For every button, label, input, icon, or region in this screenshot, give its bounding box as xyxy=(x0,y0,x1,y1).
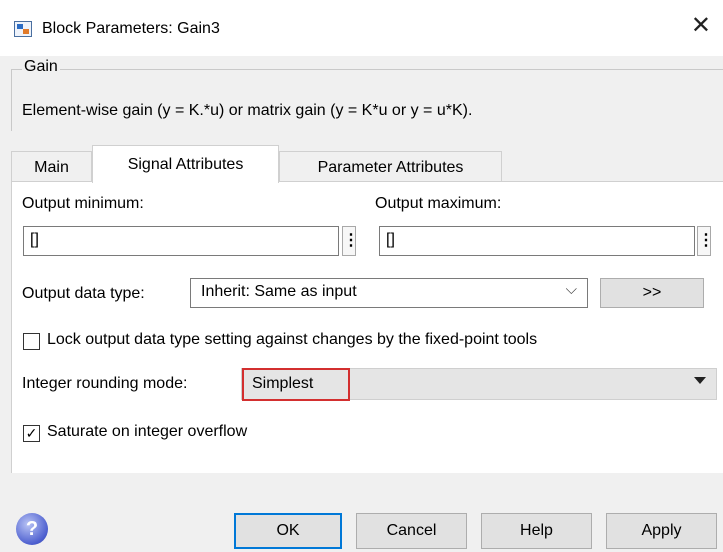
lock-data-type-checkbox[interactable] xyxy=(23,333,40,350)
cancel-button[interactable]: Cancel xyxy=(356,513,467,549)
title-bar: Block Parameters: Gain3 ✕ xyxy=(0,0,723,56)
output-minimum-menu-icon[interactable]: ⋮ xyxy=(342,226,359,256)
output-maximum-menu-icon[interactable]: ⋮ xyxy=(697,226,714,256)
tab-main[interactable]: Main xyxy=(11,151,92,182)
data-type-assistant-button[interactable]: >> xyxy=(600,278,704,308)
output-minimum-label: Output minimum: xyxy=(22,195,144,212)
rounding-mode-select[interactable]: Simplest xyxy=(241,368,717,401)
tab-parameter-attributes[interactable]: Parameter Attributes xyxy=(279,151,502,182)
saturate-checkbox[interactable]: ✓ xyxy=(23,425,40,442)
help-question-icon[interactable]: ? xyxy=(16,513,48,545)
ok-button[interactable]: OK xyxy=(234,513,342,549)
block-description: Element-wise gain (y = K.*u) or matrix g… xyxy=(22,102,473,119)
output-maximum-label: Output maximum: xyxy=(375,195,502,212)
dropdown-arrow-icon xyxy=(694,377,706,384)
rounding-mode-value: Simplest xyxy=(242,368,350,401)
window-title: Block Parameters: Gain3 xyxy=(42,20,220,37)
help-button[interactable]: Help xyxy=(481,513,592,549)
saturate-label: Saturate on integer overflow xyxy=(47,423,248,440)
output-data-type-value: Inherit: Same as input xyxy=(201,283,357,300)
group-label: Gain xyxy=(22,58,60,76)
apply-button[interactable]: Apply xyxy=(606,513,717,549)
output-maximum-input[interactable]: [] xyxy=(379,226,695,256)
gain-group-box xyxy=(11,69,723,131)
tab-signal-attributes[interactable]: Signal Attributes xyxy=(92,145,279,183)
rounding-mode-label: Integer rounding mode: xyxy=(22,375,188,392)
output-data-type-label: Output data type: xyxy=(22,285,145,302)
lock-data-type-label: Lock output data type setting against ch… xyxy=(47,331,538,348)
chevron-down-icon: ⌵ xyxy=(565,281,577,298)
output-minimum-input[interactable]: [] xyxy=(23,226,339,256)
simulink-app-icon xyxy=(14,21,32,37)
close-icon[interactable]: ✕ xyxy=(691,14,711,38)
output-data-type-select[interactable]: Inherit: Same as input ⌵ xyxy=(190,278,588,308)
